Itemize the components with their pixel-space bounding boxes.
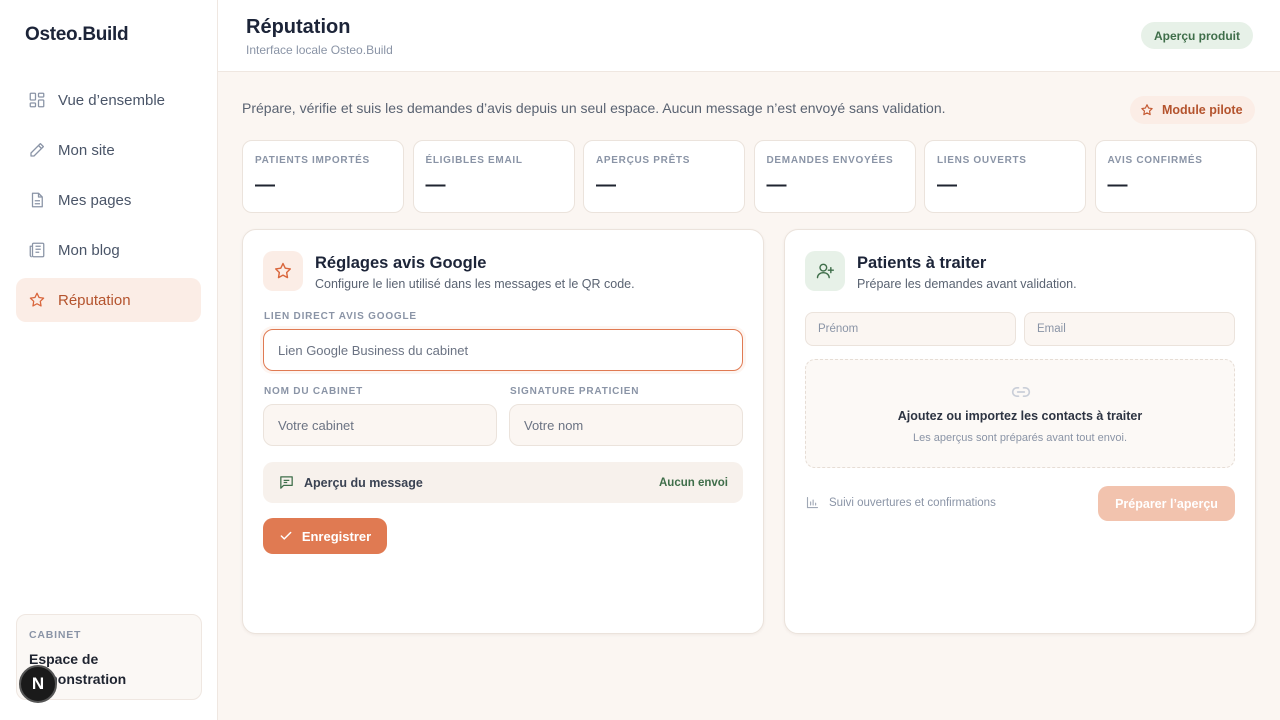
pilot-module-label: Module pilote xyxy=(1162,103,1243,117)
empty-state: Ajoutez ou importez les contacts à trait… xyxy=(805,359,1235,468)
firstname-input[interactable] xyxy=(805,312,1016,346)
patients-icon-box xyxy=(805,251,845,291)
document-icon xyxy=(31,192,43,208)
stat-label: APERÇUS PRÊTS xyxy=(596,155,691,166)
card-title: Réglages avis Google xyxy=(315,254,487,272)
cabinet-name-input[interactable] xyxy=(263,404,497,446)
bar-chart-icon xyxy=(806,496,819,509)
message-icon xyxy=(280,476,293,489)
stat-value: — xyxy=(766,174,787,196)
message-preview-label: Aperçu du message xyxy=(304,475,423,490)
stats-row: PATIENTS IMPORTÉS — ÉLIGIBLES EMAIL — APER… xyxy=(242,140,1257,213)
newspaper-icon xyxy=(29,242,45,258)
sidebar-item-label: Réputation xyxy=(58,291,131,309)
product-preview-badge: Aperçu produit xyxy=(1141,22,1253,49)
message-preview-row[interactable]: Aperçu du message Aucun envoi xyxy=(263,462,743,503)
sidebar-item-label: Mon site xyxy=(58,141,115,159)
sidebar-item-pages[interactable]: Mes pages xyxy=(16,178,201,222)
stat-label: DEMANDES ENVOYÉES xyxy=(766,155,894,166)
sidebar-item-blog[interactable]: Mon blog xyxy=(16,228,201,272)
empty-state-subtitle: Les aperçus sont préparés avant tout env… xyxy=(912,432,1128,444)
sidebar-item-reputation[interactable]: Réputation xyxy=(16,278,201,322)
stat-label: PATIENTS IMPORTÉS xyxy=(255,155,370,166)
grid-icon xyxy=(29,92,45,108)
card-subtitle: Prépare les demandes avant validation. xyxy=(857,277,1077,291)
user-plus-icon xyxy=(816,263,835,279)
page-title: Réputation xyxy=(246,16,351,38)
stat-card: DEMANDES ENVOYÉES — xyxy=(753,140,916,213)
stat-card: LIENS OUVERTS — xyxy=(924,140,1086,213)
pencil-icon xyxy=(30,142,45,157)
stat-value: — xyxy=(1107,174,1128,196)
cabinet-name-label: NOM DU CABINET xyxy=(264,386,363,397)
save-button-label: Enregistrer xyxy=(301,528,372,544)
google-link-input[interactable] xyxy=(263,329,743,371)
stat-card: AVIS CONFIRMÉS — xyxy=(1094,140,1257,213)
logo[interactable]: Osteo.Build xyxy=(25,24,129,46)
stat-card: APERÇUS PRÊTS — xyxy=(583,140,745,213)
signature-input[interactable] xyxy=(509,404,743,446)
cabinet-label: CABINET xyxy=(29,629,82,641)
card-title: Patients à traiter xyxy=(857,254,987,272)
sidebar-item-site[interactable]: Mon site xyxy=(16,128,201,172)
page-subtitle: Interface locale Osteo.Build xyxy=(246,43,393,57)
stat-card: ÉLIGIBLES EMAIL — xyxy=(412,140,575,213)
tracking-label: Suivi ouvertures et confirmations xyxy=(829,496,996,509)
intro-text: Prépare, vérifie et suis les demandes d’… xyxy=(242,100,946,116)
stat-value: — xyxy=(255,174,275,196)
sidebar-item-label: Mes pages xyxy=(58,191,132,209)
sidebar-nav: Vue d’ensemble Mon site Mes pages Mon bl… xyxy=(16,78,201,328)
sidebar: Osteo.Build Vue d’ensemble Mon site Mes … xyxy=(0,0,218,720)
pilot-module-badge: Module pilote xyxy=(1130,96,1255,124)
page-header: Réputation Interface locale Osteo.Build … xyxy=(218,0,1280,72)
tracking-info: Suivi ouvertures et confirmations xyxy=(805,495,996,510)
check-icon xyxy=(280,531,292,540)
signature-label: SIGNATURE PRATICIEN xyxy=(510,386,640,397)
empty-state-title: Ajoutez ou importez les contacts à trait… xyxy=(897,409,1143,423)
sidebar-item-label: Vue d’ensemble xyxy=(58,91,166,109)
stat-value: — xyxy=(596,174,616,196)
star-icon xyxy=(1141,104,1153,116)
message-preview-status: Aucun envoi xyxy=(658,476,728,489)
google-link-label: LIEN DIRECT AVIS GOOGLE xyxy=(264,311,417,322)
google-settings-card: Réglages avis Google Configure le lien u… xyxy=(242,229,764,634)
email-input[interactable] xyxy=(1024,312,1235,346)
stat-value: — xyxy=(425,174,446,196)
sidebar-item-overview[interactable]: Vue d’ensemble xyxy=(16,78,201,122)
link-icon xyxy=(1011,387,1031,397)
save-button[interactable]: Enregistrer xyxy=(263,518,387,554)
stat-label: ÉLIGIBLES EMAIL xyxy=(425,155,523,166)
prepare-preview-button[interactable]: Préparer l’aperçu xyxy=(1098,486,1235,521)
dev-badge[interactable]: N xyxy=(19,665,57,703)
settings-icon-box xyxy=(263,251,303,291)
card-subtitle: Configure le lien utilisé dans les messa… xyxy=(315,277,635,291)
stat-value: — xyxy=(937,174,957,196)
stat-label: AVIS CONFIRMÉS xyxy=(1107,155,1203,166)
stat-label: LIENS OUVERTS xyxy=(937,155,1027,166)
star-icon xyxy=(274,262,292,279)
sidebar-item-label: Mon blog xyxy=(58,241,120,259)
stat-card: PATIENTS IMPORTÉS — xyxy=(242,140,404,213)
patients-card: Patients à traiter Prépare les demandes … xyxy=(784,229,1256,634)
star-icon xyxy=(29,292,45,307)
